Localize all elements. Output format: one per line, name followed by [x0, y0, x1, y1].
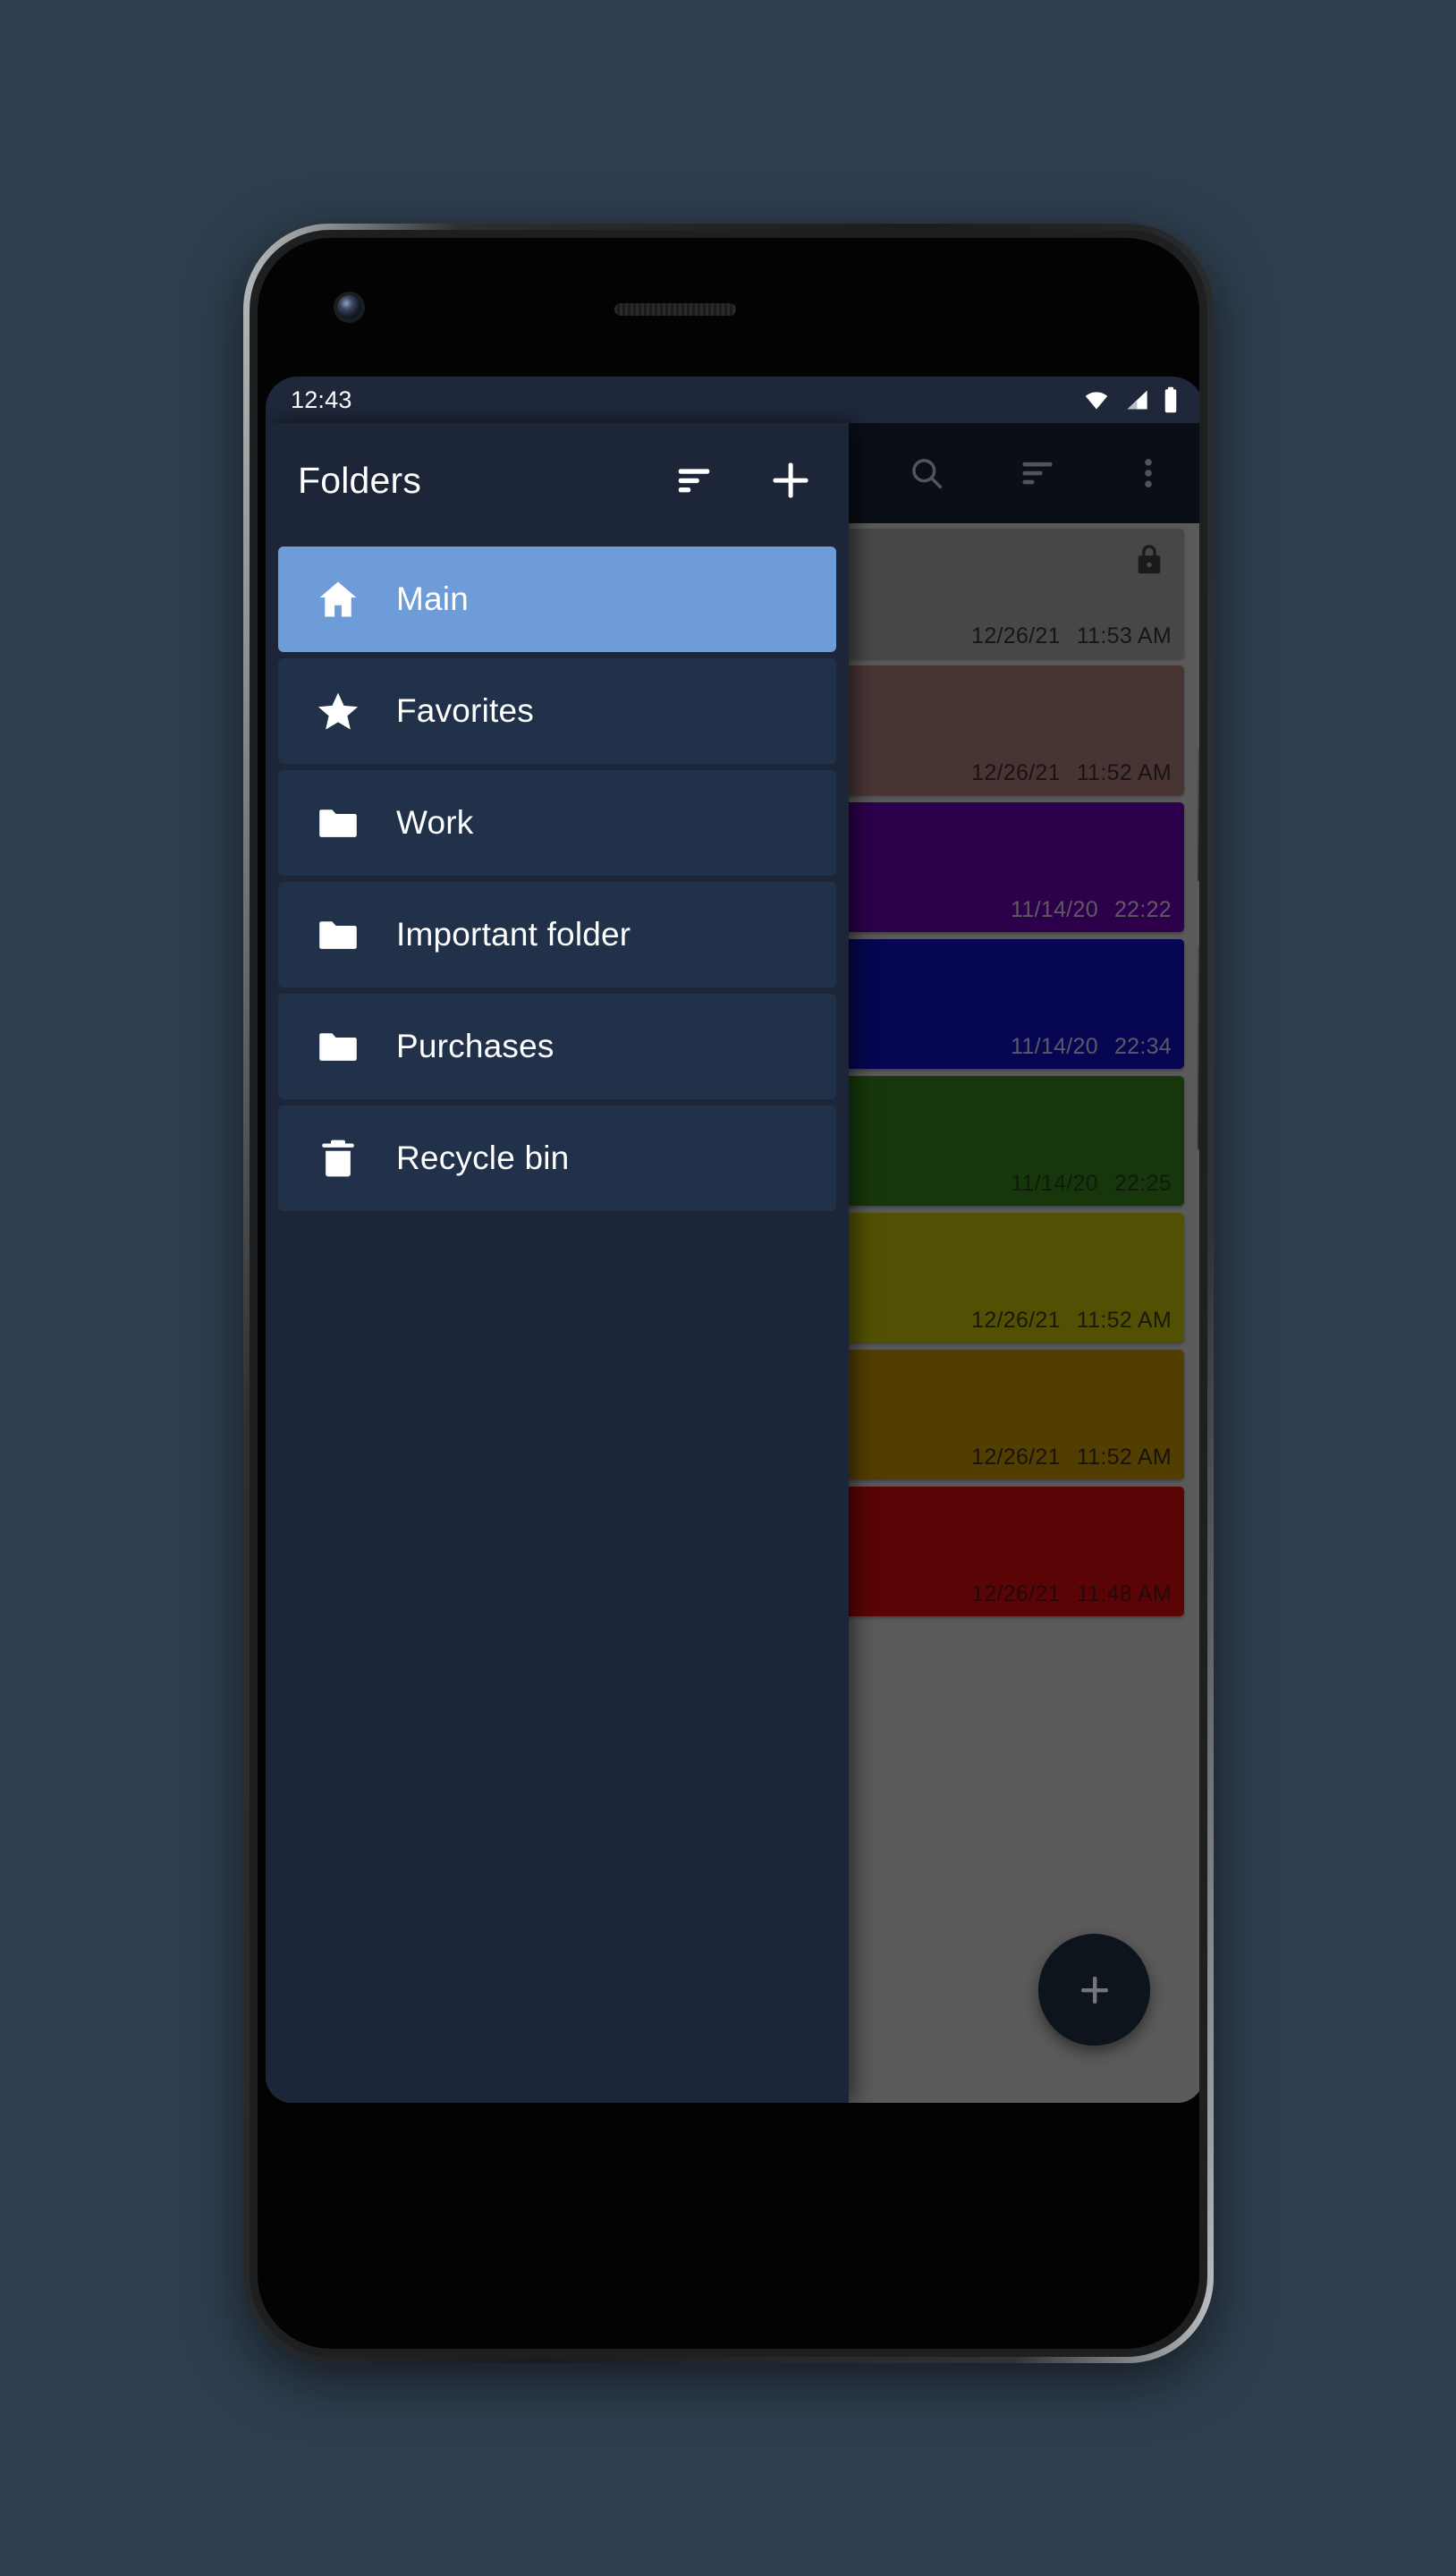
add-note-fab[interactable]	[1038, 1934, 1150, 2046]
note-time: 22:25	[1113, 1171, 1172, 1196]
sidebar-item-favorites[interactable]: Favorites	[278, 658, 836, 764]
note-time: 11:53 AM	[1076, 623, 1172, 648]
status-bar: 12:43	[266, 377, 1199, 423]
sidebar-item-label: Purchases	[396, 1028, 554, 1064]
note-timestamp: 12/26/21 11:52 AM	[971, 760, 1172, 786]
battery-icon	[1163, 386, 1179, 413]
note-time: 11:52 AM	[1076, 1445, 1172, 1470]
power-button[interactable]	[1198, 748, 1199, 882]
note-timestamp: 11/14/20 22:25	[1011, 1171, 1172, 1197]
cellular-signal-icon	[1123, 387, 1150, 412]
plus-icon[interactable]	[765, 454, 817, 506]
note-timestamp: 12/26/21 11:52 AM	[971, 1308, 1172, 1334]
phone-screen-bezel: 12:43 12/26/21 11:53 AM 12/26/21 11:52 A…	[258, 238, 1199, 2349]
volume-button[interactable]	[1198, 945, 1199, 1150]
sidebar-item-purchases[interactable]: Purchases	[278, 994, 836, 1099]
sidebar-item-main[interactable]: Main	[278, 547, 836, 652]
navigation-drawer: Folders Main Favorites Work Important fo…	[266, 423, 849, 2103]
folder-icon	[305, 1023, 371, 1070]
sidebar-item-work[interactable]: Work	[278, 770, 836, 876]
note-time: 11:48 AM	[1076, 1581, 1172, 1606]
note-date: 12/26/21	[971, 1445, 1061, 1470]
note-timestamp: 12/26/21 11:53 AM	[971, 623, 1172, 649]
home-icon	[305, 576, 371, 623]
note-date: 12/26/21	[971, 760, 1061, 785]
sidebar-item-important-folder[interactable]: Important folder	[278, 882, 836, 987]
note-date: 12/26/21	[971, 623, 1061, 648]
sort-icon[interactable]	[1012, 448, 1062, 498]
note-timestamp: 12/26/21 11:52 AM	[971, 1445, 1172, 1470]
overflow-menu-icon[interactable]	[1123, 448, 1173, 498]
phone-frame: 12:43 12/26/21 11:53 AM 12/26/21 11:52 A…	[243, 224, 1214, 2363]
sidebar-item-label: Work	[396, 804, 474, 841]
folder-icon	[305, 911, 371, 958]
phone-inner-bezel: 12:43 12/26/21 11:53 AM 12/26/21 11:52 A…	[250, 230, 1207, 2357]
note-timestamp: 12/26/21 11:48 AM	[971, 1581, 1172, 1607]
phone-screen: 12:43 12/26/21 11:53 AM 12/26/21 11:52 A…	[266, 377, 1199, 2103]
note-date: 11/14/20	[1011, 1171, 1098, 1196]
front-camera-icon	[337, 295, 361, 319]
drawer-header: Folders	[266, 423, 849, 538]
sidebar-item-label: Main	[396, 580, 469, 617]
sidebar-item-label: Favorites	[396, 692, 534, 729]
earpiece-speaker-icon	[614, 303, 736, 316]
sort-icon[interactable]	[668, 454, 720, 506]
sidebar-item-label: Recycle bin	[396, 1140, 570, 1176]
status-bar-icons	[1082, 386, 1179, 413]
star-icon	[305, 688, 371, 734]
note-date: 11/14/20	[1011, 1034, 1098, 1059]
note-time: 11:52 AM	[1076, 1308, 1172, 1333]
drawer-item-list: Main Favorites Work Important folder Purchas…	[266, 538, 849, 1211]
lock-icon	[1130, 541, 1168, 579]
note-date: 12/26/21	[971, 1581, 1061, 1606]
note-date: 11/14/20	[1011, 897, 1098, 922]
status-bar-clock: 12:43	[291, 386, 352, 413]
search-icon[interactable]	[902, 448, 952, 498]
trash-icon	[305, 1135, 371, 1182]
note-time: 22:34	[1113, 1034, 1172, 1059]
note-timestamp: 11/14/20 22:22	[1011, 897, 1172, 923]
note-time: 11:52 AM	[1076, 760, 1172, 785]
wifi-icon	[1082, 387, 1111, 412]
sidebar-item-label: Important folder	[396, 916, 631, 953]
sidebar-item-recycle-bin[interactable]: Recycle bin	[278, 1106, 836, 1211]
note-time: 22:22	[1113, 897, 1172, 922]
note-date: 12/26/21	[971, 1308, 1061, 1333]
note-timestamp: 11/14/20 22:34	[1011, 1034, 1172, 1060]
drawer-title: Folders	[298, 459, 422, 501]
drawer-header-actions	[668, 454, 817, 506]
folder-icon	[305, 800, 371, 846]
